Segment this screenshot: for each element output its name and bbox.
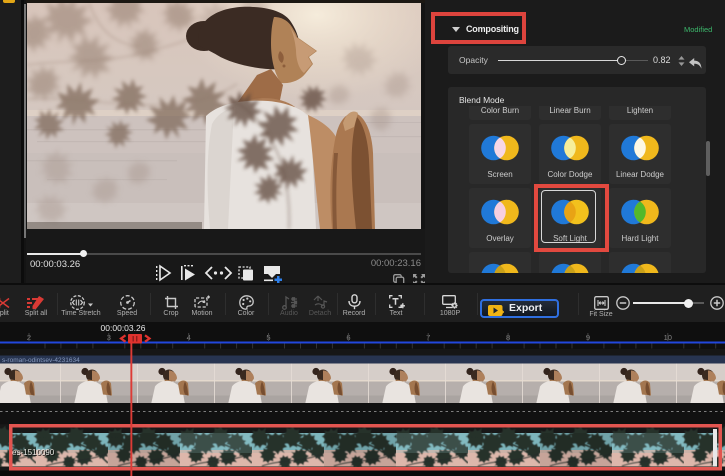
svg-text:es-1510090: es-1510090 — [12, 448, 55, 457]
svg-text:s-roman-odintsev-4231634: s-roman-odintsev-4231634 — [2, 357, 80, 364]
svg-text:00:00:03.26: 00:00:03.26 — [101, 323, 146, 333]
